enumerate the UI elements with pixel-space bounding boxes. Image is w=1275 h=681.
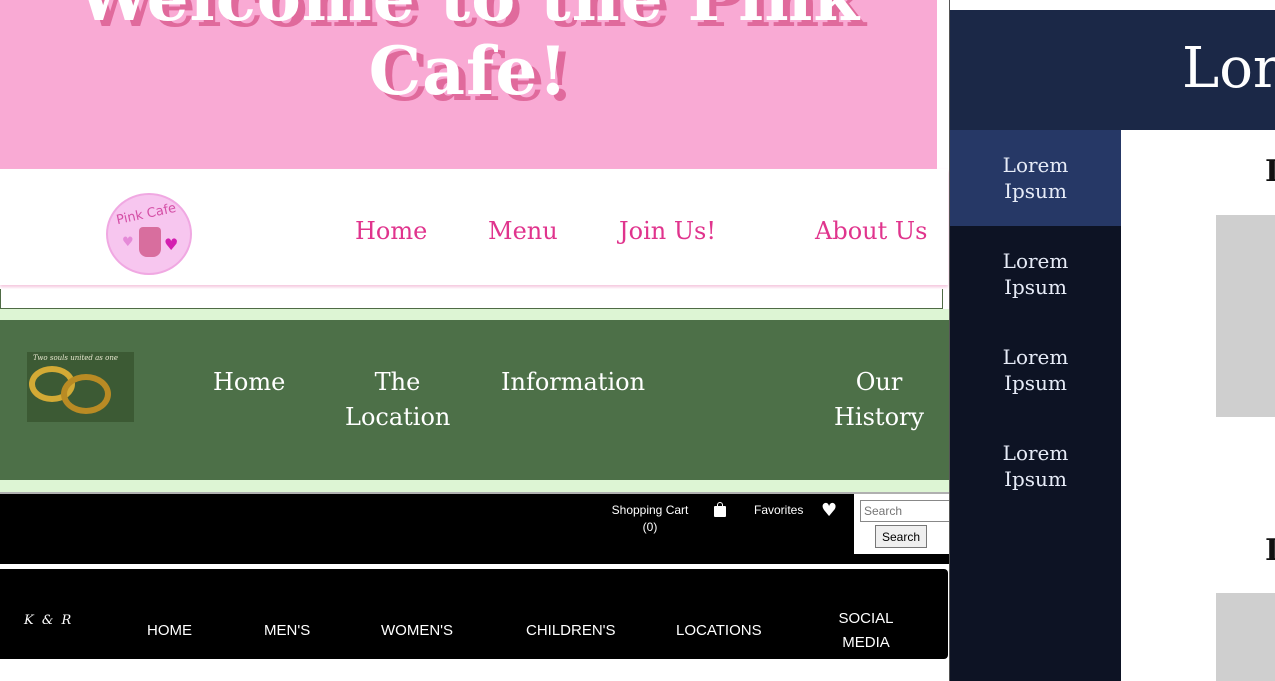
right-pane: Lorem Lorem Ipsum Lorem Ipsum Lorem Ipsu… (949, 0, 1275, 681)
wedding-nav: Two souls united as one Home The Locatio… (0, 320, 949, 480)
divider (0, 480, 949, 492)
sidebar-item[interactable]: Lorem Ipsum (950, 418, 1121, 514)
nav-the-location[interactable]: The Location (345, 365, 450, 435)
logo-caption: Two souls united as one (33, 354, 118, 362)
search-button[interactable]: Search (875, 525, 927, 548)
search-form: Search (854, 494, 949, 554)
nav-home[interactable]: HOME (147, 619, 192, 643)
search-input[interactable] (860, 500, 949, 522)
sidebar-item[interactable]: Lorem Ipsum (950, 322, 1121, 418)
nav-home[interactable]: Home (355, 217, 427, 245)
rings-logo[interactable]: Two souls united as one (27, 352, 134, 422)
cart-label: Shopping Cart (611, 503, 689, 517)
main-content: L L (1121, 130, 1275, 681)
pink-cafe-logo[interactable]: Pink Cafe ♥ ♥ (106, 193, 192, 275)
sidebar-item-label-line2: Ipsum (1004, 467, 1067, 491)
sidebar-item-label-line1: Lorem (1002, 441, 1069, 465)
shopping-bag-icon[interactable] (714, 502, 726, 517)
page-title: Lorem (1182, 36, 1275, 101)
shop-bar: Shopping Cart (0) Favorites ♥ Search (0, 494, 949, 564)
nav-label-line2: Location (345, 403, 451, 431)
shopping-cart-link[interactable]: Shopping Cart (0) (605, 502, 695, 536)
nav-label-line2: History (834, 403, 925, 431)
sidebar-item[interactable]: Lorem Ipsum (950, 130, 1121, 226)
favorites-link[interactable]: Favorites (754, 502, 803, 519)
divider (0, 289, 943, 309)
divider (0, 309, 949, 320)
sidebar-item[interactable]: Lorem Ipsum (950, 226, 1121, 322)
hero-title-line2: Cafe! (368, 32, 569, 110)
nav-label-line1: The (374, 368, 421, 396)
nav-our-history[interactable]: Our History (834, 365, 924, 435)
section-heading: L (1265, 154, 1275, 189)
page-header: Lorem (950, 10, 1275, 130)
nav-label: Home (213, 368, 286, 396)
nav-label-line2: MEDIA (842, 634, 890, 651)
ring-icon (61, 374, 111, 414)
image-placeholder (1216, 215, 1275, 417)
nav-locations[interactable]: LOCATIONS (676, 619, 762, 643)
nav-menu[interactable]: Menu (488, 217, 558, 245)
nav-join-us[interactable]: Join Us! (619, 217, 716, 245)
nav-label-line1: Our (855, 368, 903, 396)
heart-icon: ♥ (122, 235, 134, 250)
section-heading: L (1265, 533, 1275, 568)
nav-label: Information (501, 368, 646, 396)
sidebar-item-label-line1: Lorem (1002, 249, 1069, 273)
cart-count: (0) (642, 520, 658, 534)
nav-womens[interactable]: WOMEN'S (381, 619, 453, 643)
nav-home[interactable]: Home (213, 365, 285, 400)
sidebar-item-label-line2: Ipsum (1004, 275, 1067, 299)
sidebar-item-label-line1: Lorem (1002, 345, 1069, 369)
pink-cafe-hero: Welcome to the Pink Cafe! (0, 0, 937, 169)
nav-about-us[interactable]: About Us (815, 217, 927, 245)
image-placeholder (1216, 593, 1275, 681)
kr-logo[interactable]: K & R (24, 613, 73, 628)
nav-label-line1: SOCIAL (838, 610, 894, 627)
sidebar-item-label-line1: Lorem (1002, 153, 1069, 177)
hero-title: Welcome to the Pink Cafe! (0, 0, 937, 108)
hero-title-line1: Welcome to the Pink (0, 0, 937, 34)
nav-information[interactable]: Information (501, 365, 645, 400)
cup-icon (139, 227, 161, 257)
nav-social-media[interactable]: SOCIAL MEDIA (830, 607, 902, 655)
logo-text: Pink Cafe (115, 200, 178, 229)
nav-childrens[interactable]: CHILDREN'S (526, 619, 616, 643)
heart-icon: ♥ (164, 235, 179, 254)
kr-nav: K & R HOME MEN'S WOMEN'S CHILDREN'S LOCA… (0, 569, 948, 659)
pink-cafe-nav: Pink Cafe ♥ ♥ Home Menu Join Us! About U… (0, 169, 948, 285)
nav-mens[interactable]: MEN'S (264, 619, 310, 643)
heart-icon[interactable]: ♥ (821, 500, 837, 521)
sidebar: Lorem Ipsum Lorem Ipsum Lorem Ipsum Lore… (950, 130, 1121, 681)
sidebar-item-label-line2: Ipsum (1004, 371, 1067, 395)
sidebar-item-label-line2: Ipsum (1004, 179, 1067, 203)
left-pane: Welcome to the Pink Cafe! Pink Cafe ♥ ♥ … (0, 0, 949, 681)
